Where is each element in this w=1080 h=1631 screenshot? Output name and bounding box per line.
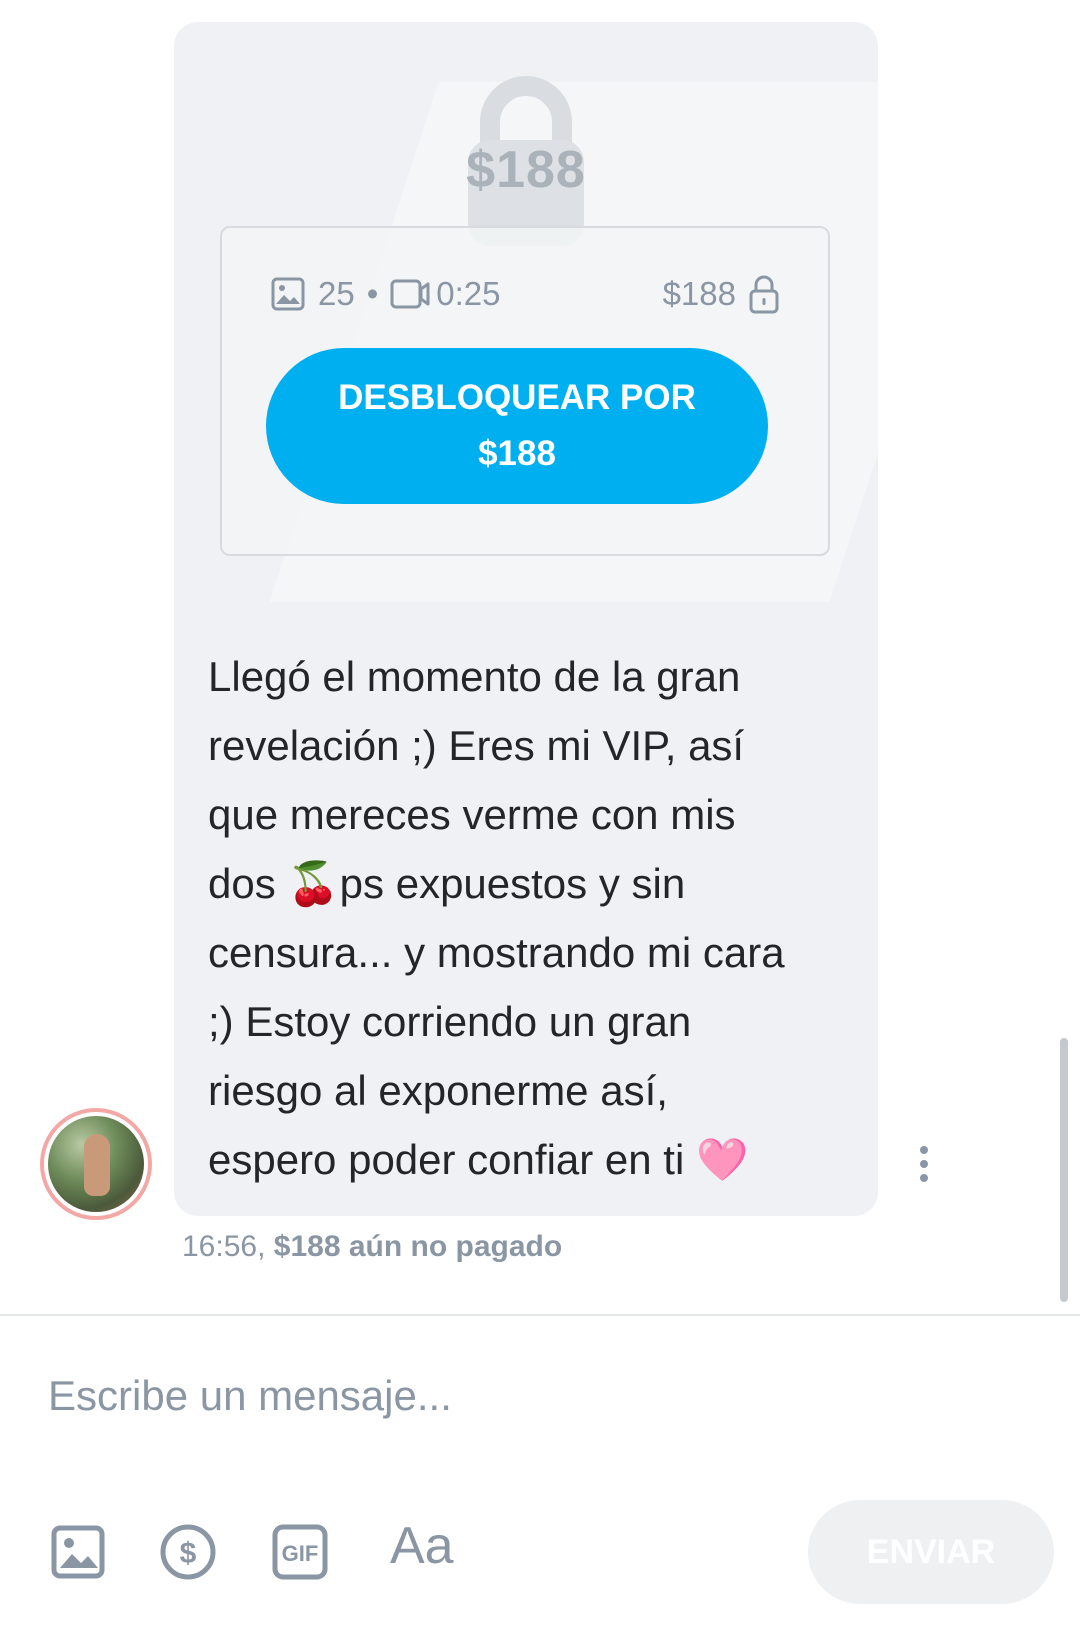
lock-icon: [749, 275, 779, 314]
svg-text:$: $: [180, 1537, 197, 1570]
previous-message-fragment: [0, 0, 1080, 18]
message-bubble: Llegó el momento de la gran revelación ;…: [174, 612, 878, 1216]
unlock-button-label: DESBLOQUEAR POR $188: [338, 378, 696, 473]
media-info-row: 25 • 0:25 $188: [270, 272, 780, 316]
photo-count: 25: [318, 275, 355, 312]
composer-divider: [0, 1314, 1080, 1316]
message-text: Llegó el momento de la gran revelación ;…: [208, 653, 785, 1183]
message-time: 16:56,: [182, 1230, 266, 1263]
more-dot-icon: [920, 1174, 928, 1182]
more-dot-icon: [920, 1146, 928, 1154]
avatar-figure: [84, 1134, 110, 1196]
image-icon: [271, 277, 305, 311]
video-duration: 0:25: [436, 275, 501, 312]
media-price: $188: [663, 272, 780, 316]
payment-status: $188 aún no pagado: [273, 1230, 563, 1263]
price-label: $188: [662, 275, 736, 312]
message-meta: 16:56, $188 aún no pagado: [182, 1230, 562, 1264]
media-counts: 25 • 0:25: [270, 272, 501, 316]
message-input[interactable]: [46, 1360, 1010, 1432]
tip-dollar-icon[interactable]: $: [158, 1522, 218, 1582]
avatar-photo: [48, 1116, 144, 1212]
sender-avatar[interactable]: [40, 1108, 152, 1220]
unlock-button[interactable]: DESBLOQUEAR POR $188: [266, 348, 768, 504]
message-options-button[interactable]: [912, 1146, 936, 1192]
locked-media-card: 25 • 0:25 $188 DESBLOQUEAR POR $188: [220, 226, 830, 556]
locked-media-bubble: $188 25 • 0:25 $188 DESBLOQUEAR POR $188: [174, 22, 878, 612]
locked-price-overlay: $188: [466, 141, 586, 199]
gif-icon[interactable]: GIF: [270, 1522, 330, 1582]
scrollbar[interactable]: [1060, 1038, 1068, 1302]
chat-screen: $188 25 • 0:25 $188 DESBLOQUEAR POR $188…: [0, 0, 1080, 1631]
text-format-icon[interactable]: Aa: [390, 1516, 454, 1576]
send-button[interactable]: ENVIAR: [808, 1500, 1054, 1604]
more-dot-icon: [920, 1160, 928, 1168]
svg-text:GIF: GIF: [282, 1541, 319, 1566]
info-separator: •: [366, 275, 379, 312]
video-icon: [390, 279, 430, 309]
image-upload-icon[interactable]: [48, 1522, 108, 1582]
